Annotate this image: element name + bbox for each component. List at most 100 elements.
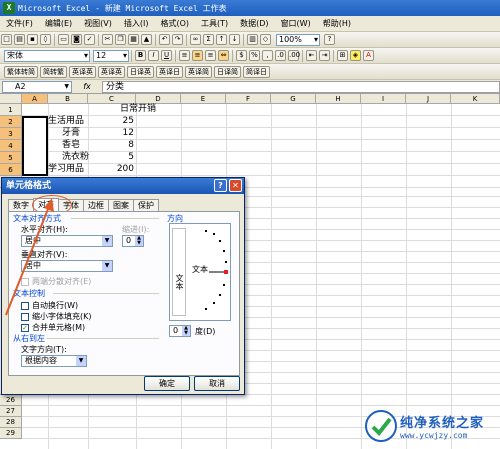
row-header-1[interactable]: 1: [0, 104, 22, 116]
align-left-icon[interactable]: ≡: [179, 50, 190, 61]
row-header-27[interactable]: 27: [0, 406, 22, 417]
new-file-icon[interactable]: □: [1, 34, 12, 45]
convert-button-4[interactable]: 英译英: [98, 65, 125, 78]
formula-input[interactable]: 分类: [102, 80, 500, 93]
col-header-a[interactable]: A: [22, 94, 48, 104]
cell-b6[interactable]: 学习用品: [48, 163, 84, 176]
menu-edit[interactable]: 编辑(E): [39, 18, 78, 29]
decrease-decimal-icon[interactable]: .00: [288, 50, 300, 61]
print-preview-icon[interactable]: ◙: [71, 34, 82, 45]
menu-view[interactable]: 视图(V): [78, 18, 118, 29]
convert-button-7[interactable]: 英译简: [185, 65, 212, 78]
italic-icon[interactable]: I: [148, 50, 159, 61]
row-header-29[interactable]: 29: [0, 428, 22, 439]
currency-icon[interactable]: $: [236, 50, 247, 61]
menu-insert[interactable]: 插入(I): [118, 18, 155, 29]
row-header-2[interactable]: 2: [0, 116, 22, 128]
row-header-5[interactable]: 5: [0, 152, 22, 164]
comma-icon[interactable]: ,: [262, 50, 273, 61]
increase-indent-icon[interactable]: ⇥: [319, 50, 330, 61]
orientation-text-label: 文本: [192, 265, 208, 274]
convert-button-2[interactable]: 简转繁: [40, 65, 67, 78]
col-header-e[interactable]: E: [181, 94, 226, 104]
cell-c6[interactable]: 200: [88, 163, 134, 176]
convert-button-3[interactable]: 英译英: [69, 65, 96, 78]
menu-help[interactable]: 帮助(H): [317, 18, 357, 29]
fx-icon[interactable]: fx: [72, 82, 102, 91]
convert-button-6[interactable]: 英译日: [156, 65, 183, 78]
dialog-help-button[interactable]: ?: [214, 179, 227, 192]
indent-spinner[interactable]: 0 ▲ ▼: [122, 235, 144, 247]
col-header-b[interactable]: B: [48, 94, 88, 104]
sort-asc-icon[interactable]: ↑: [216, 34, 227, 45]
menu-file[interactable]: 文件(F): [0, 18, 39, 29]
paste-icon[interactable]: ▦: [128, 34, 139, 45]
convert-button-1[interactable]: 繁体转简: [4, 65, 38, 78]
align-right-icon[interactable]: ≡: [205, 50, 216, 61]
font-name-select[interactable]: 宋体: [4, 49, 90, 62]
align-center-icon[interactable]: ≡: [192, 50, 203, 61]
help-icon[interactable]: ?: [324, 34, 335, 45]
site-watermark: 纯净系统之家 www.ycwjzy.com: [365, 406, 497, 446]
window-titlebar: X Microsoft Excel - 新建 Microsoft Excel 工…: [0, 0, 500, 16]
font-size-select[interactable]: 12: [93, 49, 129, 62]
menu-tools[interactable]: 工具(T): [195, 18, 234, 29]
degrees-spinner[interactable]: 0 ▲ ▼: [169, 325, 191, 337]
percent-icon[interactable]: %: [249, 50, 260, 61]
chart-wizard-icon[interactable]: ▥: [247, 34, 258, 45]
redo-icon[interactable]: ↷: [172, 34, 183, 45]
col-header-g[interactable]: G: [271, 94, 316, 104]
save-icon[interactable]: ▪: [27, 34, 38, 45]
increase-decimal-icon[interactable]: .0: [275, 50, 286, 61]
autosum-icon[interactable]: Σ: [203, 34, 214, 45]
orientation-box[interactable]: 文本 文本: [169, 223, 231, 321]
convert-button-8[interactable]: 日译简: [214, 65, 241, 78]
vertical-text-option[interactable]: 文本: [172, 228, 186, 316]
menu-window[interactable]: 窗口(W): [275, 18, 317, 29]
menu-format[interactable]: 格式(O): [154, 18, 195, 29]
formatting-toolbar: 宋体 12 B I U ≡ ≡ ≡ ⇔ $ % , .0 .00 ⇤ ⇥ ⊞ ◈…: [0, 48, 500, 64]
convert-button-9[interactable]: 简译日: [243, 65, 270, 78]
row-header-26[interactable]: 26: [0, 395, 22, 406]
col-header-f[interactable]: F: [226, 94, 271, 104]
row-header-6[interactable]: 6: [0, 164, 22, 176]
drawing-icon[interactable]: ◇: [260, 34, 271, 45]
col-header-j[interactable]: J: [406, 94, 451, 104]
decrease-indent-icon[interactable]: ⇤: [306, 50, 317, 61]
row-header-4[interactable]: 4: [0, 140, 22, 152]
open-folder-icon[interactable]: ▤: [14, 34, 25, 45]
selected-merged-cell-a2[interactable]: [22, 116, 48, 176]
hyperlink-icon[interactable]: ∞: [190, 34, 201, 45]
print-icon[interactable]: ▭: [58, 34, 69, 45]
row-header-28[interactable]: 28: [0, 417, 22, 428]
merge-cells-checkbox[interactable]: ✓ 合并单元格(M): [21, 322, 85, 333]
col-header-i[interactable]: I: [361, 94, 406, 104]
zoom-select[interactable]: 100%: [276, 33, 320, 46]
col-header-k[interactable]: K: [451, 94, 500, 104]
underline-icon[interactable]: U: [161, 50, 172, 61]
name-box[interactable]: A2: [2, 80, 72, 93]
row-header-3[interactable]: 3: [0, 128, 22, 140]
borders-icon[interactable]: ⊞: [337, 50, 348, 61]
menu-data[interactable]: 数据(D): [234, 18, 274, 29]
merge-center-icon[interactable]: ⇔: [218, 50, 229, 61]
text-direction-select[interactable]: 根据内容 ▼: [21, 355, 87, 367]
fill-color-icon[interactable]: ◈: [350, 50, 361, 61]
font-color-icon[interactable]: A: [363, 50, 374, 61]
select-all-corner[interactable]: [0, 94, 22, 104]
ok-button[interactable]: 确定: [144, 376, 190, 391]
col-header-h[interactable]: H: [316, 94, 361, 104]
undo-icon[interactable]: ↶: [159, 34, 170, 45]
bold-icon[interactable]: B: [135, 50, 146, 61]
spelling-icon[interactable]: ✓: [84, 34, 95, 45]
cut-icon[interactable]: ✂: [102, 34, 113, 45]
dialog-close-button[interactable]: ✕: [229, 179, 242, 192]
merge-cells-label: 合并单元格(M): [32, 323, 86, 332]
format-painter-icon[interactable]: ▲: [141, 34, 152, 45]
permission-icon[interactable]: ◊: [40, 34, 51, 45]
sort-desc-icon[interactable]: ↓: [229, 34, 240, 45]
cancel-button[interactable]: 取消: [194, 376, 240, 391]
copy-icon[interactable]: ❐: [115, 34, 126, 45]
convert-button-5[interactable]: 日译英: [127, 65, 154, 78]
tutorial-arrow: [5, 198, 54, 316]
